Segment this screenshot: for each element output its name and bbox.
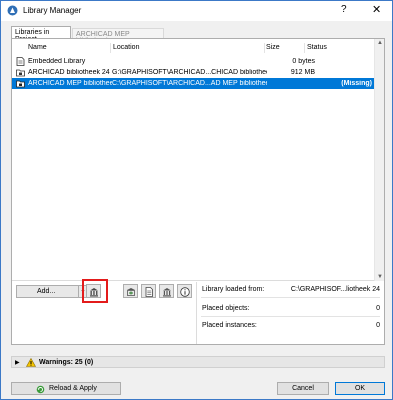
column-header-location[interactable]: Location bbox=[113, 44, 139, 51]
add-label: Add... bbox=[37, 288, 56, 295]
library-location: C:\GRAPHISOFT\ARCHICAD...AD MEP biblioth… bbox=[112, 80, 267, 87]
column-header-status[interactable]: Status bbox=[307, 44, 327, 51]
column-header-name[interactable]: Name bbox=[28, 44, 47, 51]
scroll-up-icon[interactable]: ▲ bbox=[377, 40, 383, 46]
divider bbox=[201, 297, 380, 298]
table-row[interactable]: ARCHICAD MEP bibliothee... C:\GRAPHISOFT… bbox=[12, 78, 374, 89]
placed-objects-value: 0 bbox=[376, 305, 380, 312]
table-header: Name Location Size Status bbox=[12, 42, 374, 54]
info-icon bbox=[180, 287, 190, 297]
placed-instances-label: Placed instances: bbox=[202, 322, 257, 329]
tab-libraries-in-project[interactable]: Libraries in Project bbox=[11, 26, 71, 43]
library-loaded-from-label: Library loaded from: bbox=[202, 286, 265, 293]
scroll-down-icon[interactable]: ▼ bbox=[377, 274, 383, 280]
warnings-label: Warnings: 25 (0) bbox=[39, 359, 94, 366]
library-size: 0 bytes bbox=[292, 58, 315, 65]
embedded-library-icon bbox=[16, 57, 25, 66]
library-folder-icon bbox=[16, 69, 25, 77]
highlight-box bbox=[82, 279, 108, 303]
archicad-app-icon bbox=[7, 5, 18, 16]
placed-instances-value: 0 bbox=[376, 322, 380, 329]
help-button[interactable]: ? bbox=[341, 4, 347, 15]
library-name: Embedded Library bbox=[28, 58, 86, 65]
title-bar: Library Manager ? ✕ bbox=[1, 1, 392, 21]
column-header-size[interactable]: Size bbox=[266, 44, 280, 51]
missing-library-icon bbox=[16, 80, 25, 88]
reload-apply-button[interactable]: Reload & Apply bbox=[11, 382, 121, 395]
cancel-button[interactable]: Cancel bbox=[277, 382, 329, 395]
close-button[interactable]: ✕ bbox=[372, 3, 381, 16]
reload-icon bbox=[36, 385, 45, 394]
window-title: Library Manager bbox=[23, 6, 82, 15]
library-pack-icon bbox=[127, 288, 135, 296]
library-building-icon bbox=[163, 288, 171, 297]
column-separator[interactable] bbox=[110, 43, 111, 53]
library-manager-window: Library Manager ? ✕ Libraries in Project… bbox=[0, 0, 393, 400]
table-scrollbar[interactable]: ▲ ▼ bbox=[374, 39, 384, 281]
library-status: (Missing) bbox=[341, 80, 372, 87]
reload-apply-label: Reload & Apply bbox=[49, 385, 97, 392]
library-actions-area: Add... ▼ Library loaded from: C:\GRAPHIS… bbox=[12, 279, 384, 344]
library-document-button[interactable] bbox=[141, 284, 156, 298]
library-loaded-from-value: C:\GRAPHISOF...liotheek 24 bbox=[290, 286, 380, 293]
library-name: ARCHICAD bibliotheek 24 bbox=[28, 69, 110, 76]
library-document-icon bbox=[145, 287, 153, 297]
divider bbox=[201, 316, 380, 317]
column-separator[interactable] bbox=[304, 43, 305, 53]
table-row[interactable]: Embedded Library 0 bytes bbox=[12, 56, 374, 67]
library-building-button[interactable] bbox=[159, 284, 174, 298]
library-location: G:\GRAPHISOFT\ARCHICAD...CHICAD biblioth… bbox=[112, 69, 267, 76]
table-row[interactable]: ARCHICAD bibliotheek 24 G:\GRAPHISOFT\AR… bbox=[12, 67, 374, 78]
add-library-button[interactable]: Add... bbox=[16, 285, 79, 298]
divider bbox=[196, 282, 197, 344]
library-name: ARCHICAD MEP bibliothee... bbox=[28, 80, 112, 87]
expand-arrow-icon[interactable]: ▶ bbox=[15, 359, 20, 366]
warning-icon bbox=[26, 358, 36, 367]
warnings-bar[interactable]: ▶ Warnings: 25 (0) bbox=[11, 356, 385, 368]
column-separator[interactable] bbox=[264, 43, 265, 53]
info-button[interactable] bbox=[177, 284, 192, 298]
libraries-panel: Name Location Size Status Embedded Libra… bbox=[11, 38, 385, 345]
placed-objects-label: Placed objects: bbox=[202, 305, 250, 312]
library-table: Name Location Size Status Embedded Libra… bbox=[12, 39, 384, 281]
library-pack-button[interactable] bbox=[123, 284, 138, 298]
ok-button[interactable]: OK bbox=[335, 382, 385, 395]
library-size: 912 MB bbox=[290, 69, 315, 76]
